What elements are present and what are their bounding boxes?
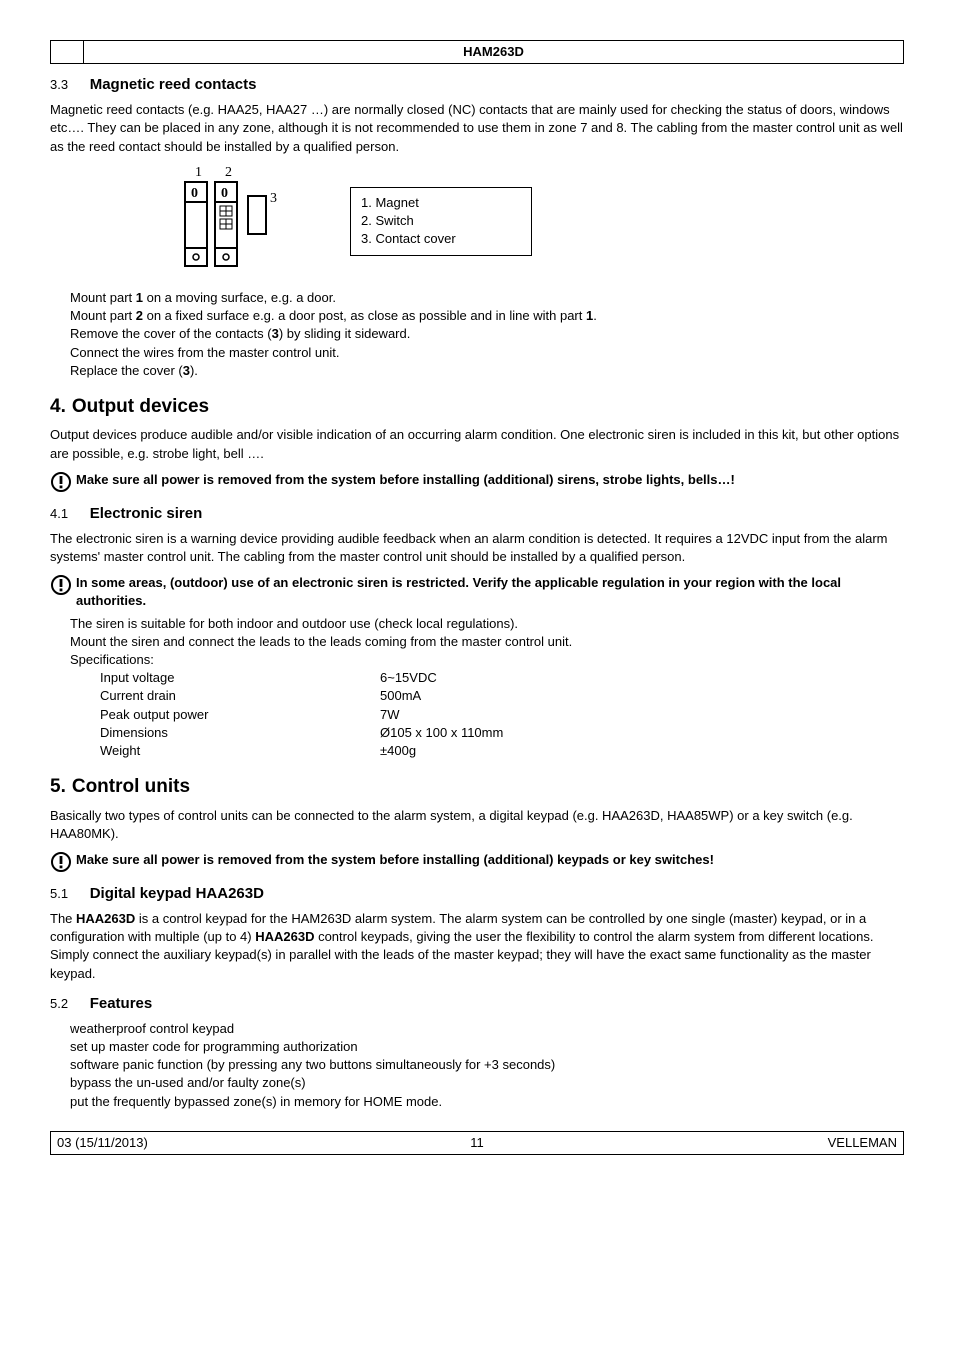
warning-icon	[50, 851, 76, 873]
section-4-1-notes: The siren is suitable for both indoor an…	[70, 615, 904, 761]
page-header-table: HAM263D	[50, 40, 904, 64]
section-4-1-warning: In some areas, (outdoor) use of an elect…	[50, 574, 904, 610]
spec-value: ±400g	[380, 742, 416, 760]
footer-brand: VELLEMAN	[622, 1131, 904, 1154]
section-3-3-number: 3.3	[50, 76, 68, 94]
section-5-2-heading: 5.2 Features	[50, 993, 904, 1014]
diagram-label-3: 3	[270, 191, 277, 206]
legend-item-1: 1. Magnet	[361, 194, 521, 212]
spec-row: DimensionsØ105 x 100 x 110mm	[100, 724, 904, 742]
step-5: Replace the cover (3).	[70, 362, 904, 380]
section-5-1-heading: 5.1 Digital keypad HAA263D	[50, 883, 904, 904]
feature-item: set up master code for programming autho…	[70, 1038, 904, 1056]
footer-page-number: 11	[332, 1131, 622, 1154]
spec-label: Weight	[100, 742, 380, 760]
section-5-number: 5.	[50, 776, 66, 797]
section-4-1-number: 4.1	[50, 505, 68, 523]
diagram-label-1: 1	[195, 165, 202, 180]
section-4-intro: Output devices produce audible and/or vi…	[50, 426, 904, 462]
section-5-intro: Basically two types of control units can…	[50, 807, 904, 843]
spec-value: 7W	[380, 706, 400, 724]
svg-text:0: 0	[191, 186, 198, 201]
note-1: The siren is suitable for both indoor an…	[70, 615, 904, 633]
section-3-3-title: Magnetic reed contacts	[90, 76, 257, 93]
section-5-title: Control units	[72, 776, 190, 797]
spec-value: Ø105 x 100 x 110mm	[380, 724, 503, 742]
step-1: Mount part 1 on a moving surface, e.g. a…	[70, 289, 904, 307]
section-4-heading: 4. Output devices	[50, 394, 904, 421]
spec-table: Input voltage6~15VDC Current drain500mA …	[100, 669, 904, 760]
spec-row: Weight±400g	[100, 742, 904, 760]
section-4-title: Output devices	[72, 396, 209, 417]
spec-label: Peak output power	[100, 706, 380, 724]
section-4-1-heading: 4.1 Electronic siren	[50, 503, 904, 524]
legend-item-2: 2. Switch	[361, 212, 521, 230]
header-title: HAM263D	[84, 41, 904, 64]
spec-label: Current drain	[100, 687, 380, 705]
section-4-number: 4.	[50, 396, 66, 417]
spec-row: Input voltage6~15VDC	[100, 669, 904, 687]
section-4-warning: Make sure all power is removed from the …	[50, 471, 904, 493]
warning-icon	[50, 471, 76, 493]
section-4-1-intro: The electronic siren is a warning device…	[50, 530, 904, 566]
features-list: weatherproof control keypad set up maste…	[70, 1020, 904, 1111]
section-5-warning-text: Make sure all power is removed from the …	[76, 851, 714, 869]
section-5-warning: Make sure all power is removed from the …	[50, 851, 904, 873]
section-5-1-body: The HAA263D is a control keypad for the …	[50, 910, 904, 983]
note-2: Mount the siren and connect the leads to…	[70, 633, 904, 651]
step-4: Connect the wires from the master contro…	[70, 344, 904, 362]
section-4-1-warning-text: In some areas, (outdoor) use of an elect…	[76, 574, 904, 610]
feature-item: put the frequently bypassed zone(s) in m…	[70, 1093, 904, 1111]
spec-value: 6~15VDC	[380, 669, 437, 687]
section-3-3-heading: 3.3 Magnetic reed contacts	[50, 74, 904, 95]
header-empty-cell	[51, 41, 84, 64]
section-5-1-number: 5.1	[50, 885, 68, 903]
section-5-2-number: 5.2	[50, 995, 68, 1013]
section-5-heading: 5. Control units	[50, 774, 904, 801]
feature-item: software panic function (by pressing any…	[70, 1056, 904, 1074]
section-3-3-intro: Magnetic reed contacts (e.g. HAA25, HAA2…	[50, 101, 904, 156]
diagram-label-2: 2	[225, 165, 232, 180]
section-3-3-steps: Mount part 1 on a moving surface, e.g. a…	[70, 289, 904, 380]
warning-icon	[50, 574, 76, 596]
step-2: Mount part 2 on a fixed surface e.g. a d…	[70, 307, 904, 325]
spec-row: Peak output power7W	[100, 706, 904, 724]
feature-item: bypass the un-used and/or faulty zone(s)	[70, 1074, 904, 1092]
section-5-1-title: Digital keypad HAA263D	[90, 885, 264, 902]
spec-label: Input voltage	[100, 669, 380, 687]
section-4-1-title: Electronic siren	[90, 505, 203, 522]
legend-item-3: 3. Contact cover	[361, 230, 521, 248]
reed-contact-diagram-row: 1 2 0 0 3 1. M	[170, 164, 904, 279]
section-5-2-title: Features	[90, 995, 153, 1012]
svg-text:0: 0	[221, 186, 228, 201]
note-3: Specifications:	[70, 651, 904, 669]
step-3: Remove the cover of the contacts (3) by …	[70, 325, 904, 343]
reed-contact-diagram: 1 2 0 0 3	[170, 164, 320, 279]
footer-date: 03 (15/11/2013)	[51, 1131, 332, 1154]
spec-label: Dimensions	[100, 724, 380, 742]
page-footer-table: 03 (15/11/2013) 11 VELLEMAN	[50, 1131, 904, 1155]
diagram-legend: 1. Magnet 2. Switch 3. Contact cover	[350, 187, 532, 256]
spec-value: 500mA	[380, 687, 421, 705]
spec-row: Current drain500mA	[100, 687, 904, 705]
section-4-warning-text: Make sure all power is removed from the …	[76, 471, 735, 489]
feature-item: weatherproof control keypad	[70, 1020, 904, 1038]
